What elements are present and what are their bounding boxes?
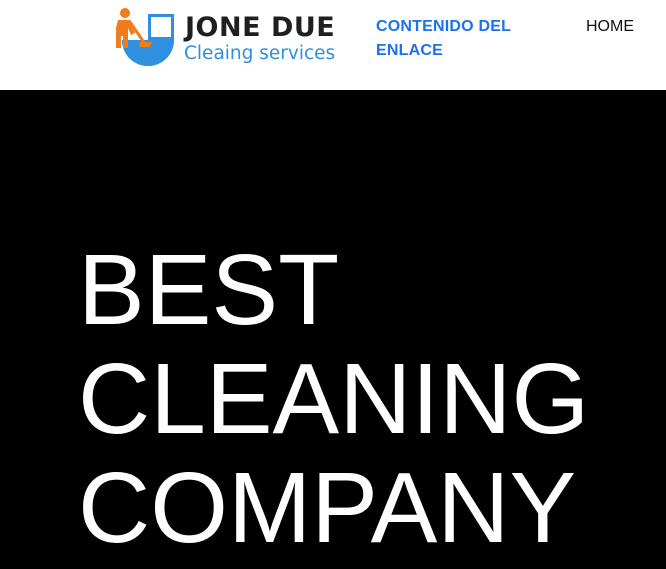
page: JONE DUE Cleaing services CONTENIDO DEL … [0,0,666,569]
hero-title-line: COMPANY [78,452,577,564]
site-logo[interactable]: JONE DUE Cleaing services [108,6,364,72]
hero-section: BEST CLEANING COMPANY [0,90,666,569]
hero-title-line: CLEANING [78,343,590,455]
hero-title-line: BEST [78,234,340,346]
hero-title: BEST CLEANING COMPANY [78,236,589,563]
nav-link-content[interactable]: CONTENIDO DEL ENLACE [376,15,536,63]
logo-title: JONE DUE [185,12,336,43]
nav-link-home[interactable]: HOME [586,15,634,39]
cleaner-logo-icon [116,6,174,66]
logo-subtitle: Cleaing services [184,43,336,64]
site-header: JONE DUE Cleaing services CONTENIDO DEL … [0,0,666,90]
